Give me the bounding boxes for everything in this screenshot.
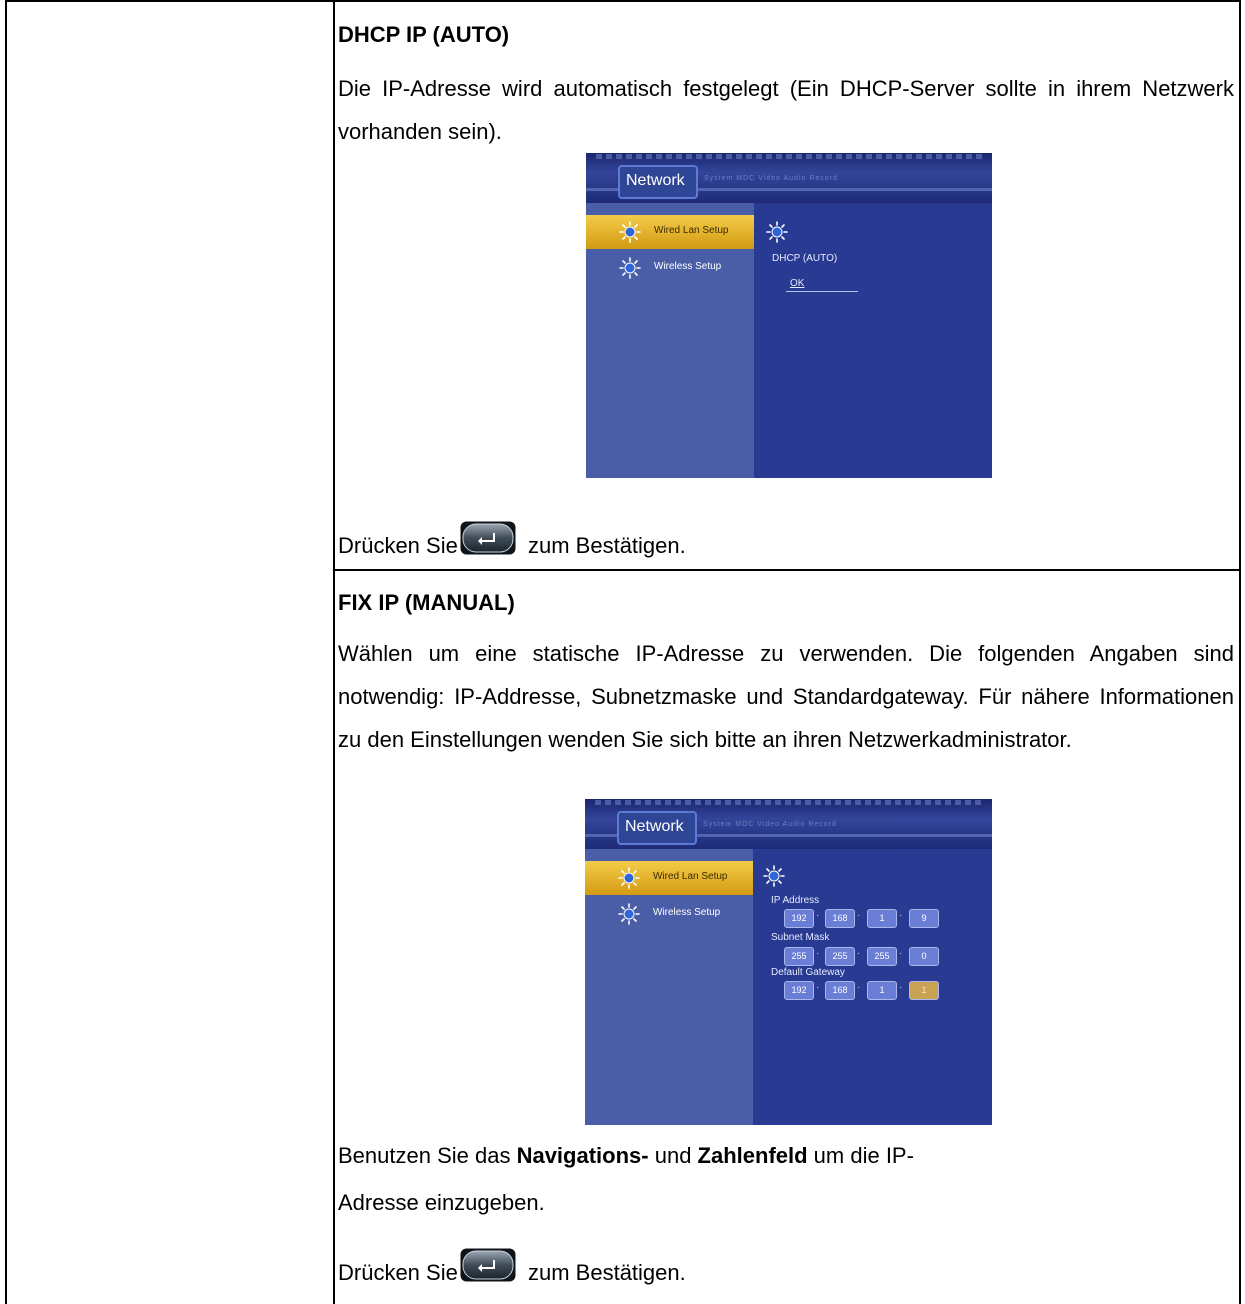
- subnet-mask-label: Subnet Mask: [771, 932, 830, 943]
- sun-icon: [619, 221, 641, 243]
- tab-network-label: Network: [625, 818, 684, 835]
- ip-octet-2: 168: [825, 909, 855, 928]
- menu-item-label: Wireless Setup: [654, 261, 722, 272]
- instruction-text: Benutzen Sie das: [338, 1143, 517, 1168]
- ip-address-label: IP Address: [771, 895, 820, 906]
- instruction-line-2: Adresse einzugeben.: [338, 1190, 545, 1215]
- menu-item-wireless-setup: Wireless Setup: [586, 251, 754, 285]
- tabs-other: System MDC Video Audio Record: [703, 821, 837, 828]
- sun-icon: [618, 903, 640, 925]
- menu-item-wired-lan-setup: Wired Lan Setup: [585, 861, 753, 895]
- sun-icon: [766, 221, 788, 243]
- instruction-line-1: Benutzen Sie das Navigations- und Zahlen…: [338, 1141, 914, 1171]
- instruction-text: und: [648, 1143, 698, 1168]
- document-table: DHCP IP (AUTO) Die IP-Adresse wird autom…: [0, 0, 1245, 1304]
- ip-octet-3: 1: [867, 909, 897, 928]
- gateway-octet-2: 168: [825, 981, 855, 1000]
- ip-octet-4: 9: [909, 909, 939, 928]
- menu-item-wired-lan-setup: Wired Lan Setup: [586, 215, 754, 249]
- menu-right-panel: [754, 203, 992, 478]
- table-border-left: [5, 0, 7, 1304]
- section-title-dhcp: DHCP IP (AUTO): [338, 22, 510, 47]
- enter-button-icon: [460, 521, 516, 555]
- menu-item-label: Wired Lan Setup: [653, 871, 728, 882]
- tabs-other: System MDC Video Audio Record: [704, 175, 838, 182]
- subnet-octet-4: 0: [909, 947, 939, 966]
- confirm-suffix-2: zum Bestätigen.: [528, 1260, 686, 1285]
- instruction-text: um die IP-: [807, 1143, 914, 1168]
- instruction-bold-numpad: Zahlenfeld: [697, 1143, 808, 1168]
- confirm-suffix-1: zum Bestätigen.: [528, 533, 686, 558]
- subnet-octet-3: 255: [867, 947, 897, 966]
- sun-icon: [619, 257, 641, 279]
- ok-underline: [786, 291, 858, 292]
- menu-item-wireless-setup: Wireless Setup: [585, 897, 753, 931]
- table-column-divider: [333, 0, 335, 1304]
- tab-network: Network: [617, 811, 697, 845]
- dhcp-auto-label: DHCP (AUTO): [772, 253, 838, 264]
- section-description-dhcp: Die IP-Adresse wird automatisch festgele…: [338, 76, 1234, 144]
- table-border-top: [5, 0, 1241, 2]
- section-title-fix-ip: FIX IP (MANUAL): [338, 590, 515, 615]
- table-row-divider: [333, 569, 1241, 571]
- table-border-right: [1239, 0, 1241, 1304]
- sun-icon: [763, 865, 785, 887]
- gateway-octet-1: 192: [784, 981, 814, 1000]
- menu-item-label: Wireless Setup: [653, 907, 721, 918]
- menu-item-label: Wired Lan Setup: [654, 225, 729, 236]
- confirm-prefix-1: Drücken Sie: [338, 533, 458, 558]
- tab-network: Network: [618, 165, 698, 199]
- subnet-octet-2: 255: [825, 947, 855, 966]
- default-gateway-label: Default Gateway: [771, 967, 845, 978]
- tab-network-label: Network: [626, 172, 685, 189]
- subnet-octet-1: 255: [784, 947, 814, 966]
- network-menu-screenshot-dhcp: Network System MDC Video Audio Record Wi…: [586, 153, 992, 478]
- ip-octet-1: 192: [784, 909, 814, 928]
- ok-option: OK: [790, 278, 805, 289]
- enter-button-icon: [460, 1248, 516, 1282]
- network-menu-screenshot-fix-ip: Network System MDC Video Audio Record Wi…: [585, 799, 992, 1125]
- gateway-octet-3: 1: [867, 981, 897, 1000]
- confirm-prefix-2: Drücken Sie: [338, 1260, 458, 1285]
- section-description-fix-ip: Wählen um eine statische IP-Adresse zu v…: [338, 641, 1234, 752]
- sun-icon: [618, 867, 640, 889]
- gateway-octet-4: 1: [909, 981, 939, 1000]
- instruction-bold-navigation: Navigations-: [516, 1143, 649, 1168]
